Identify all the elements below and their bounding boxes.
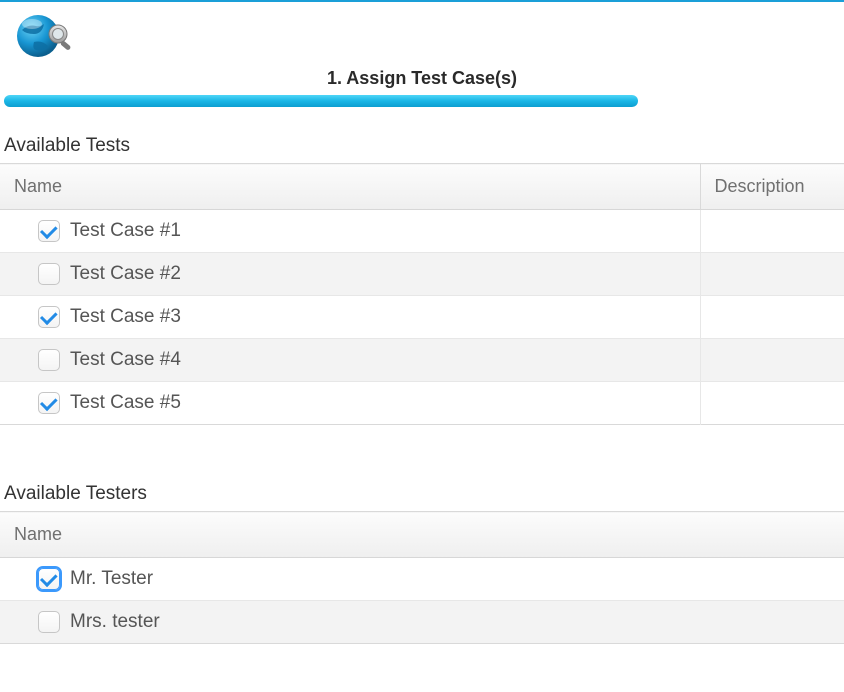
table-row: Test Case #5 (0, 382, 844, 425)
app-logo (0, 2, 844, 62)
wizard-step-title: 1. Assign Test Case(s) (0, 68, 844, 89)
section-gap (0, 425, 844, 461)
table-row: Test Case #1 (0, 210, 844, 253)
tester-checkbox[interactable] (38, 568, 60, 590)
wizard-progress-bar (4, 95, 750, 107)
table-row: Mrs. tester (0, 601, 844, 644)
test-checkbox[interactable] (38, 263, 60, 285)
test-name-cell: Test Case #2 (0, 253, 700, 296)
test-name-cell: Test Case #1 (0, 210, 700, 253)
test-name-label: Test Case #4 (70, 349, 181, 371)
test-name-label: Test Case #1 (70, 220, 181, 242)
wizard-progress-fill (4, 95, 638, 107)
testers-table: Name Mr. Tester Mrs. tester (0, 511, 844, 644)
tester-name-label: Mr. Tester (70, 568, 153, 590)
test-checkbox[interactable] (38, 220, 60, 242)
test-description-cell (700, 253, 844, 296)
table-row: Test Case #3 (0, 296, 844, 339)
tests-table: Name Description Test Case #1 Test Case #… (0, 163, 844, 425)
test-name-cell: Test Case #5 (0, 382, 700, 425)
available-tests-title: Available Tests (0, 113, 844, 163)
test-description-cell (700, 339, 844, 382)
testers-col-name[interactable]: Name (0, 512, 844, 558)
test-name-cell: Test Case #3 (0, 296, 700, 339)
tester-checkbox[interactable] (38, 611, 60, 633)
test-description-cell (700, 296, 844, 339)
available-testers-title: Available Testers (0, 461, 844, 511)
test-name-label: Test Case #5 (70, 392, 181, 414)
tester-name-label: Mrs. tester (70, 611, 160, 633)
table-row: Mr. Tester (0, 558, 844, 601)
globe-search-icon (12, 10, 76, 62)
test-checkbox[interactable] (38, 306, 60, 328)
tests-col-name[interactable]: Name (0, 164, 700, 210)
table-row: Test Case #4 (0, 339, 844, 382)
table-row: Test Case #2 (0, 253, 844, 296)
tester-name-cell: Mr. Tester (0, 558, 844, 601)
test-description-cell (700, 382, 844, 425)
tests-col-description[interactable]: Description (700, 164, 844, 210)
test-name-cell: Test Case #4 (0, 339, 700, 382)
test-name-label: Test Case #3 (70, 306, 181, 328)
test-description-cell (700, 210, 844, 253)
test-checkbox[interactable] (38, 349, 60, 371)
test-checkbox[interactable] (38, 392, 60, 414)
test-name-label: Test Case #2 (70, 263, 181, 285)
tester-name-cell: Mrs. tester (0, 601, 844, 644)
